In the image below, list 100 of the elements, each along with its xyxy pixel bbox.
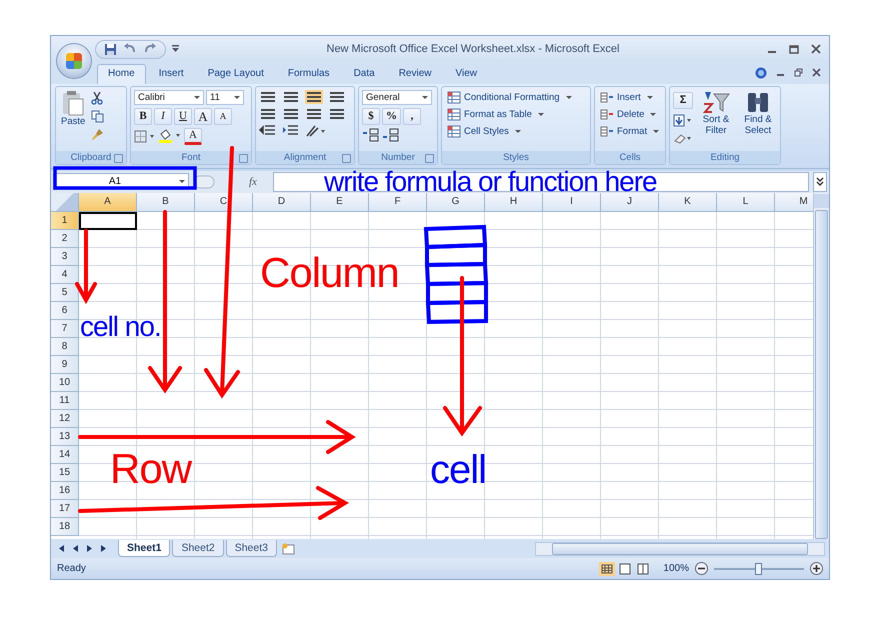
ribbon-tab[interactable]: Home xyxy=(97,64,146,84)
styles-menu-button[interactable]: Conditional Formatting xyxy=(445,90,574,105)
row-header[interactable]: 8 xyxy=(51,338,79,356)
row-header[interactable]: 3 xyxy=(51,248,79,266)
copy-icon[interactable] xyxy=(91,110,104,123)
align-center-icon[interactable] xyxy=(282,106,300,121)
row-header[interactable]: 6 xyxy=(51,302,79,320)
styles-menu-button[interactable]: Cell Styles xyxy=(445,124,523,139)
italic-button[interactable]: I xyxy=(154,108,172,125)
cell-grid[interactable] xyxy=(79,212,813,540)
column-header[interactable]: H xyxy=(485,192,543,212)
number-format-button[interactable]: $ xyxy=(362,108,380,125)
normal-view-icon[interactable] xyxy=(599,562,616,576)
align-middle-icon[interactable] xyxy=(282,90,300,104)
row-header[interactable]: 12 xyxy=(51,410,79,428)
active-cell[interactable] xyxy=(79,212,137,230)
cells-menu-button[interactable]: Delete xyxy=(598,106,658,122)
column-header[interactable]: G xyxy=(427,192,485,212)
zoom-thumb[interactable] xyxy=(755,562,762,575)
customize-icon[interactable] xyxy=(172,45,179,53)
eraser-icon[interactable] xyxy=(673,132,693,145)
grow-font-button[interactable]: A xyxy=(194,108,212,125)
column-header[interactable]: D xyxy=(253,192,311,212)
sheet-tab[interactable]: Sheet2 xyxy=(172,540,224,558)
decrease-decimal-icon[interactable] xyxy=(382,128,400,142)
column-header[interactable]: I xyxy=(543,192,601,212)
underline-button[interactable]: U xyxy=(174,108,192,125)
brush-icon[interactable] xyxy=(91,128,104,141)
first-sheet-icon[interactable] xyxy=(57,544,66,554)
find-select-button[interactable]: Find & Select xyxy=(739,90,777,151)
maximize-icon[interactable] xyxy=(789,44,799,54)
row-header[interactable]: 18 xyxy=(51,518,79,536)
ribbon-tab[interactable]: Page Layout xyxy=(196,64,275,84)
row-header[interactable]: 14 xyxy=(51,446,79,464)
column-header[interactable]: F xyxy=(369,192,427,212)
zoom-level[interactable]: 100% xyxy=(663,563,689,574)
column-header[interactable]: B xyxy=(137,192,195,212)
vertical-scrollbar[interactable] xyxy=(813,192,829,540)
column-header[interactable]: J xyxy=(601,192,659,212)
zoom-out-icon[interactable] xyxy=(695,562,708,576)
row-header[interactable]: 16 xyxy=(51,482,79,500)
fill-down-icon[interactable] xyxy=(673,114,693,127)
row-header[interactable]: 9 xyxy=(51,356,79,374)
font-size-dropdown[interactable]: 11 xyxy=(206,90,244,105)
row-header[interactable]: 15 xyxy=(51,464,79,482)
font-color-button[interactable]: A xyxy=(184,128,202,145)
sheet-tab[interactable]: Sheet1 xyxy=(118,540,170,558)
align-left-icon[interactable] xyxy=(259,106,277,121)
sheet-tab[interactable]: Sheet3 xyxy=(226,540,277,558)
orientation-icon[interactable] xyxy=(305,124,327,138)
column-header[interactable]: L xyxy=(717,192,775,212)
merge-cells-icon[interactable] xyxy=(328,106,346,121)
office-button[interactable] xyxy=(57,44,91,78)
page-break-icon[interactable] xyxy=(635,562,652,576)
paste-button[interactable]: Paste xyxy=(59,90,88,151)
sort-filter-button[interactable]: Sort & Filter xyxy=(697,90,735,151)
increase-indent-icon[interactable] xyxy=(282,124,300,138)
decrease-indent-icon[interactable] xyxy=(259,124,277,138)
scissors-icon[interactable] xyxy=(91,92,104,105)
styles-menu-button[interactable]: Format as Table xyxy=(445,106,546,122)
ribbon-tab[interactable]: Review xyxy=(388,64,442,84)
row-header[interactable]: 17 xyxy=(51,500,79,518)
page-layout-icon[interactable] xyxy=(617,562,634,576)
prev-sheet-icon[interactable] xyxy=(71,544,80,554)
borders-icon[interactable] xyxy=(134,130,156,143)
expand-icon[interactable] xyxy=(813,172,827,192)
wrap-text-icon[interactable] xyxy=(328,90,346,104)
ribbon-tab[interactable]: Insert xyxy=(148,64,195,84)
ribbon-tab[interactable]: Data xyxy=(342,64,386,84)
row-header[interactable]: 5 xyxy=(51,284,79,302)
save-icon[interactable] xyxy=(104,42,117,56)
last-sheet-icon[interactable] xyxy=(99,544,108,554)
formula-input[interactable]: write formula or function here xyxy=(273,172,809,192)
close-icon[interactable] xyxy=(811,44,821,54)
shrink-font-button[interactable]: A xyxy=(214,108,232,125)
number-format-button[interactable]: % xyxy=(382,108,401,125)
column-header[interactable]: E xyxy=(311,192,369,212)
autosum-button[interactable]: Σ xyxy=(673,92,693,109)
align-bottom-icon[interactable] xyxy=(305,90,323,104)
next-sheet-icon[interactable] xyxy=(85,544,94,554)
close-icon[interactable] xyxy=(812,68,821,78)
restore-icon[interactable] xyxy=(794,68,803,78)
increase-decimal-icon[interactable] xyxy=(362,128,380,142)
undo-icon[interactable] xyxy=(123,43,137,55)
insert-function-button[interactable]: fx xyxy=(249,176,257,188)
ribbon-tab[interactable]: Formulas xyxy=(276,64,341,84)
row-header[interactable]: 1 xyxy=(51,212,79,230)
row-header[interactable]: 4 xyxy=(51,266,79,284)
bold-button[interactable]: B xyxy=(134,108,152,125)
align-top-icon[interactable] xyxy=(259,90,277,104)
horizontal-scrollbar[interactable] xyxy=(535,542,825,556)
number-format-button[interactable]: , xyxy=(403,108,421,125)
column-header[interactable]: A xyxy=(79,192,137,212)
align-right-icon[interactable] xyxy=(305,106,323,121)
zoom-in-icon[interactable] xyxy=(810,562,823,576)
row-header[interactable]: 7 xyxy=(51,320,79,338)
redo-icon[interactable] xyxy=(143,43,157,55)
cells-menu-button[interactable]: Format xyxy=(598,124,662,139)
ribbon-tab[interactable]: View xyxy=(444,64,488,84)
number-format-dropdown[interactable]: General xyxy=(362,90,432,105)
